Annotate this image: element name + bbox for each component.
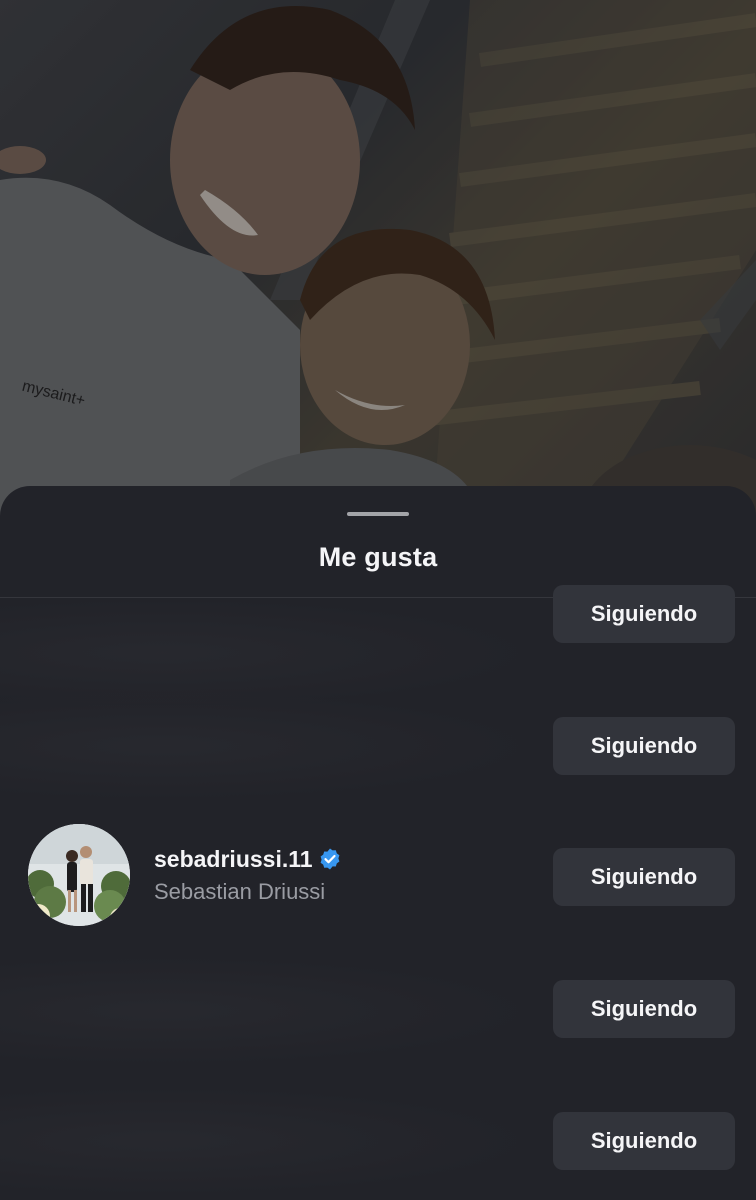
avatar-photo [28, 824, 130, 926]
following-button[interactable]: Siguiendo [553, 585, 735, 643]
sheet-grabber[interactable] [347, 512, 409, 516]
following-button[interactable]: Siguiendo [553, 980, 735, 1038]
following-button[interactable]: Siguiendo [553, 1112, 735, 1170]
list-item-user[interactable]: sebadriussi.11 Sebastian Driussi [28, 824, 528, 928]
following-button[interactable]: Siguiendo [553, 848, 735, 906]
list-item-obscured [0, 956, 540, 1066]
following-button[interactable]: Siguiendo [553, 717, 735, 775]
sheet-title: Me gusta [318, 542, 438, 572]
screen: mysaint+ Me gusta Siguiendo Siguiendo se… [0, 0, 756, 1200]
post-photo: mysaint+ [0, 0, 756, 560]
list-item-obscured [0, 691, 540, 801]
username-line: sebadriussi.11 [154, 844, 342, 874]
username[interactable]: sebadriussi.11 [154, 846, 313, 873]
likes-sheet: Me gusta Siguiendo Siguiendo sebadriussi… [0, 486, 756, 1200]
post-photo-art: mysaint+ [0, 0, 756, 560]
full-name: Sebastian Driussi [154, 879, 326, 904]
list-item-obscured [0, 1086, 540, 1196]
avatar[interactable] [28, 824, 130, 926]
verified-badge-icon [318, 847, 342, 871]
